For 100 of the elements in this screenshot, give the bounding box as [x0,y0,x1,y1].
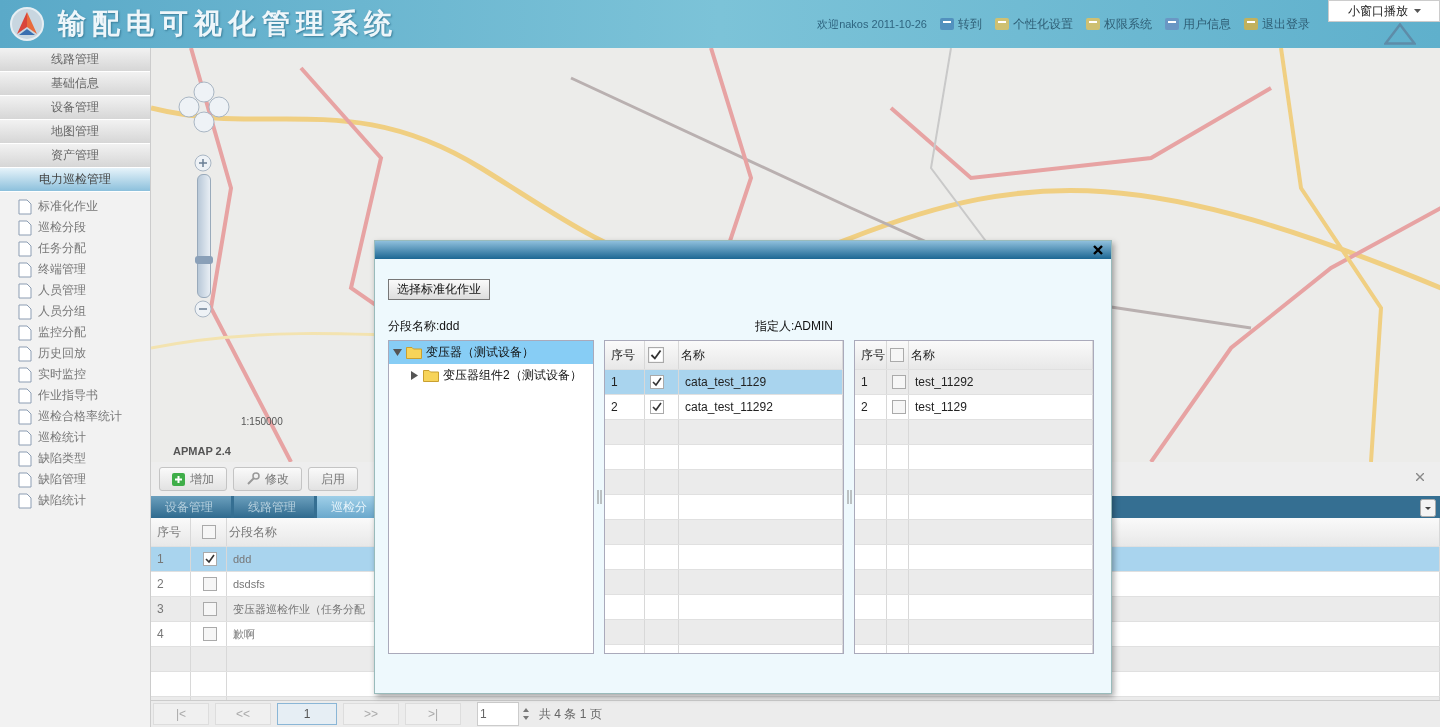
column-header: 名称 [679,341,843,369]
triangle-logo-icon [1384,23,1416,45]
accordion-header[interactable]: 基础信息 [0,72,150,96]
checkbox[interactable] [892,400,906,414]
document-icon [18,408,32,425]
accordion-header[interactable]: 线路管理 [0,48,150,72]
table-cell: 4 [151,622,191,646]
tree-node[interactable]: 变压器组件2（测试设备） [389,364,593,387]
table-row[interactable]: 1 test_11292 [855,370,1093,395]
tree-item[interactable]: 巡检分段 [38,219,86,236]
checkbox[interactable] [892,375,906,389]
popup-dropdown[interactable]: 小窗口播放 [1328,0,1440,22]
table-cell: 2 [855,395,887,419]
tree-item[interactable]: 巡检合格率统计 [38,408,122,425]
table-cell: 1 [151,547,191,571]
zoom-out-icon[interactable] [194,300,212,318]
header-link[interactable]: 个性化设置 [994,15,1073,33]
table-row[interactable]: 1 cata_test_1129 [605,370,843,395]
tree-item[interactable]: 人员管理 [38,282,86,299]
document-icon [18,198,32,215]
accordion-header[interactable]: 设备管理 [0,96,150,120]
tree-item[interactable]: 标准化作业 [38,198,98,215]
table-row[interactable]: 2 test_1129 [855,395,1093,420]
document-icon [18,492,32,509]
checkbox[interactable] [650,375,664,389]
tab[interactable]: 设备管理 [151,496,231,518]
document-icon [18,429,32,446]
page-summary: 共 4 条 1 页 [539,705,602,723]
tree-node[interactable]: 变压器（测试设备） [389,341,593,364]
tab[interactable]: 线路管理 [234,496,314,518]
header-link[interactable]: 用户信息 [1164,15,1231,33]
document-icon [18,324,32,341]
checkbox[interactable] [202,525,216,539]
table-cell: test_11292 [909,370,1093,394]
caret-down-icon[interactable] [393,348,402,357]
checkbox[interactable] [203,602,217,616]
accordion-header[interactable]: 地图管理 [0,120,150,144]
tree-item[interactable]: 作业指导书 [38,387,98,404]
document-icon [18,387,32,404]
version-label: APMAP 2.4 [173,445,231,457]
column-header: 序号 [605,341,645,369]
table-cell: 3 [151,597,191,621]
tree-item[interactable]: 任务分配 [38,240,86,257]
tree-item[interactable]: 巡检统计 [38,429,86,446]
header-link[interactable]: 权限系统 [1085,15,1152,33]
tree-item[interactable]: 缺陷统计 [38,492,86,509]
document-icon [18,366,32,383]
checkbox[interactable] [650,400,664,414]
close-icon[interactable] [1093,245,1103,255]
slider-thumb[interactable] [195,256,213,265]
tree-item[interactable]: 终端管理 [38,261,86,278]
zoom-in-icon[interactable] [194,154,212,172]
document-icon [18,345,32,362]
tree-item[interactable]: 实时监控 [38,366,86,383]
document-icon [18,219,32,236]
welcome-text: 欢迎nakos 2011-10-26 [817,16,927,32]
column-header: 名称 [909,341,1093,369]
document-icon [18,303,32,320]
caret-down-icon [1413,9,1421,13]
accordion-header[interactable]: 电力巡检管理 [0,168,150,192]
toolbar-button[interactable]: 启用 [308,467,358,491]
checkbox[interactable] [203,577,217,591]
assignee-label: 指定人:ADMIN [755,318,833,334]
table-cell: 1 [605,370,645,394]
document-icon [18,471,32,488]
checkbox[interactable] [203,627,217,641]
caret-right-icon[interactable] [410,371,419,380]
table-row[interactable]: 2 cata_test_11292 [605,395,843,420]
select-standard-job-button[interactable]: 选择标准化作业 [388,279,490,300]
checkbox[interactable] [648,347,664,363]
checkbox[interactable] [890,348,904,362]
page-input[interactable]: 1 [477,702,519,726]
table-cell: 2 [605,395,645,419]
tree-item[interactable]: 监控分配 [38,324,86,341]
dropdown-icon[interactable] [1420,499,1436,517]
app-title: 输配电可视化管理系统 [58,7,398,41]
header-link[interactable]: 转到 [939,15,982,33]
toolbar-button[interactable]: 修改 [233,467,302,491]
scale-label: 1:150000 [241,416,283,427]
logo-icon [10,7,44,41]
splitter-handle-icon[interactable] [596,490,602,504]
toolbar-button[interactable]: 增加 [159,467,227,491]
accordion-header[interactable]: 资产管理 [0,144,150,168]
document-icon [18,240,32,257]
tree-item[interactable]: 历史回放 [38,345,86,362]
pager-button[interactable]: 1 [277,703,337,725]
tree-item[interactable]: 人员分组 [38,303,86,320]
table-cell: 2 [151,572,191,596]
column-header: 序号 [855,341,887,369]
splitter-handle-icon[interactable] [846,490,852,504]
wrench-icon [246,472,260,486]
document-icon [18,282,32,299]
tree-item[interactable]: 缺陷管理 [38,471,86,488]
column-header: 序号 [151,518,191,546]
header-link[interactable]: 退出登录 [1243,15,1310,33]
pan-control-icon[interactable] [177,80,231,134]
tree-item[interactable]: 缺陷类型 [38,450,86,467]
checkbox[interactable] [203,552,217,566]
zoom-slider[interactable] [197,174,211,298]
table-cell: test_1129 [909,395,1093,419]
